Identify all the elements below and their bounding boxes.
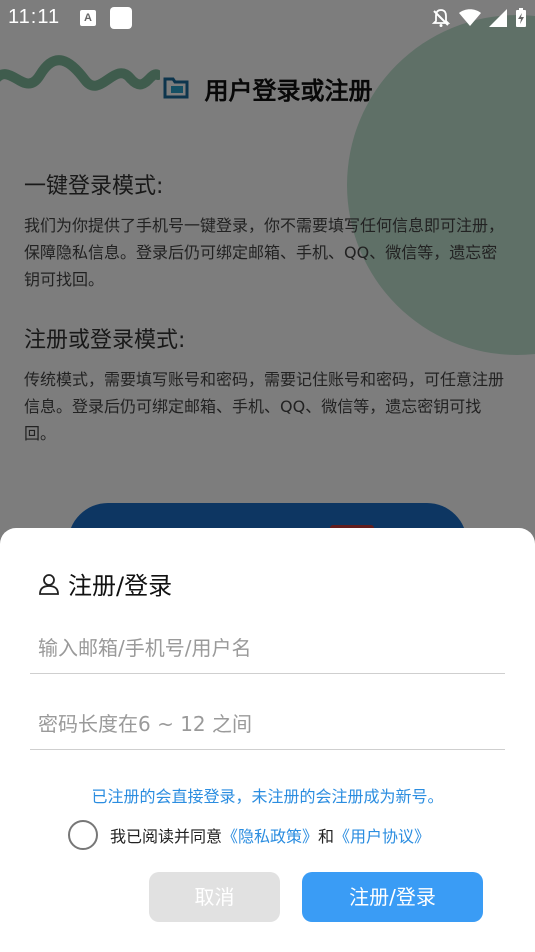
- status-bar: 11:11 A: [0, 0, 535, 36]
- submit-button[interactable]: 注册/登录: [302, 872, 483, 922]
- user-icon: [39, 573, 59, 595]
- sheet-title: 注册/登录: [68, 572, 173, 600]
- wifi-icon: [459, 9, 481, 26]
- login-register-sheet: 注册/登录 已注册的会直接登录，未注册的会注册成为新号。 我已阅读并同意 《隐私…: [0, 528, 535, 952]
- privacy-policy-link[interactable]: 《隐私政策》: [222, 823, 318, 847]
- register-notice: 已注册的会直接登录，未注册的会注册成为新号。: [91, 787, 444, 806]
- agree-radio[interactable]: [68, 820, 98, 850]
- sheet-header: 注册/登录: [38, 566, 172, 601]
- agree-and: 和: [318, 827, 335, 846]
- cancel-button[interactable]: 取消: [149, 872, 280, 922]
- notification-icon: [110, 7, 132, 29]
- account-input[interactable]: [30, 622, 505, 674]
- keyboard-indicator-icon: A: [80, 10, 96, 26]
- password-input[interactable]: [30, 698, 505, 750]
- agreement-row: 我已阅读并同意 《隐私政策》 和 《用户协议》: [68, 820, 430, 850]
- signal-icon: [489, 9, 507, 27]
- bell-off-icon: [431, 9, 451, 27]
- battery-charging-icon: [516, 8, 526, 27]
- agree-prefix: 我已阅读并同意: [110, 827, 223, 846]
- user-agreement-link[interactable]: 《用户协议》: [334, 823, 430, 847]
- status-icons: [431, 6, 527, 30]
- status-time: 11:11: [8, 6, 61, 28]
